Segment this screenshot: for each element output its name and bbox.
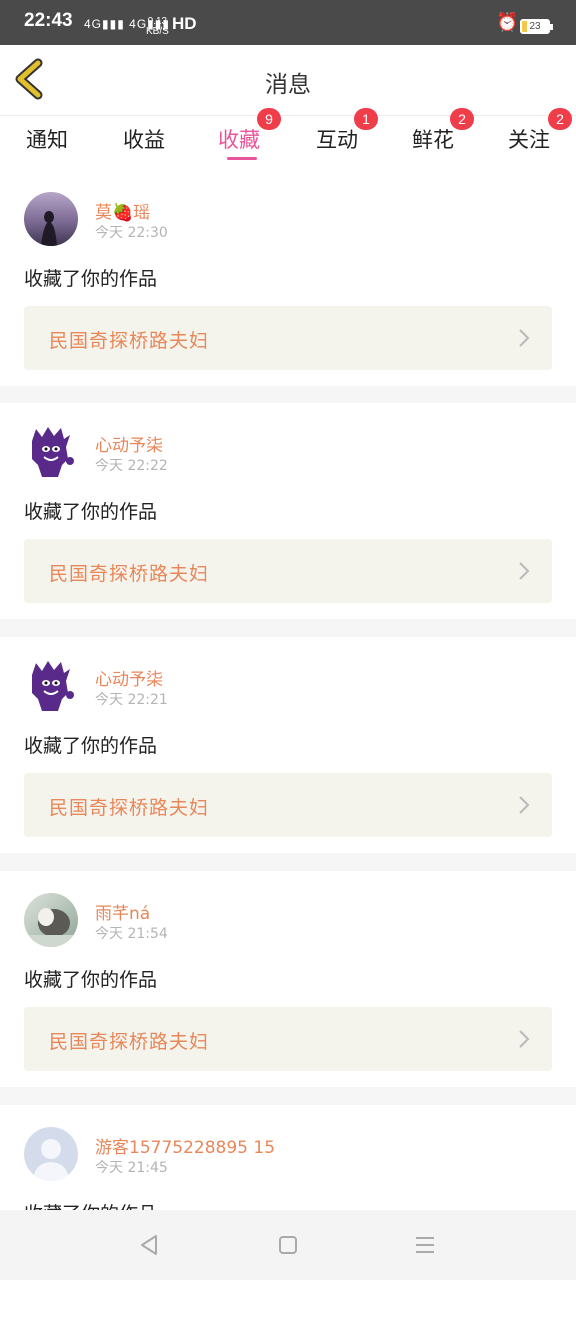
avatar[interactable] [24, 659, 78, 713]
work-title: 民国奇探桥路夫妇 [49, 1031, 210, 1053]
avatar-image [24, 893, 78, 947]
message-action: 收藏了你的作品 [24, 735, 158, 757]
avatar-image [24, 425, 78, 479]
tab-favorites[interactable]: 收藏 9 [194, 108, 284, 170]
tab-badge: 2 [548, 108, 572, 130]
avatar-image [24, 192, 78, 246]
tab-badge: 9 [257, 108, 281, 130]
tab-flowers[interactable]: 鲜花 2 [388, 108, 478, 170]
username[interactable]: 游客15775228895 15 [95, 1133, 275, 1158]
tab-interaction[interactable]: 互动 1 [292, 108, 382, 170]
message-item: 莫🍓瑶 今天 22:30 收藏了你的作品 民国奇探桥路夫妇 [0, 170, 576, 386]
chevron-right-icon [519, 1030, 530, 1048]
chevron-right-icon [519, 562, 530, 580]
status-time: 22:43 [24, 10, 73, 31]
app-header: 消息 [0, 45, 576, 116]
chevron-right-icon [519, 329, 530, 347]
avatar[interactable] [24, 893, 78, 947]
tab-badge: 2 [450, 108, 474, 130]
work-link[interactable]: 民国奇探桥路夫妇 [24, 1007, 552, 1071]
message-time: 今天 22:22 [95, 458, 168, 474]
network-speed-unit: KB/S [146, 26, 169, 37]
message-time: 今天 22:30 [95, 225, 168, 241]
avatar[interactable] [24, 425, 78, 479]
system-nav-bar [0, 1210, 576, 1280]
tab-badge: 1 [354, 108, 378, 130]
chevron-right-icon [519, 796, 530, 814]
tab-label: 收益 [123, 128, 165, 152]
message-time: 今天 21:54 [95, 926, 168, 942]
message-action: 收藏了你的作品 [24, 969, 158, 991]
avatar-image [24, 659, 78, 713]
work-title: 民国奇探桥路夫妇 [49, 563, 210, 585]
alarm-icon: ⏰ [496, 12, 519, 32]
status-bar: 22:43 4G▮▮▮ 4G▮▮▮ 0.13 KB/S HD ⏰ 23 [0, 0, 576, 45]
work-link[interactable]: 民国奇探桥路夫妇 [24, 306, 552, 370]
network-speed: 0.13 KB/S [146, 17, 169, 37]
default-avatar-icon [24, 1127, 78, 1181]
message-action: 收藏了你的作品 [24, 501, 158, 523]
message-time: 今天 21:45 [95, 1160, 168, 1176]
username[interactable]: 莫🍓瑶 [95, 198, 150, 223]
work-link[interactable]: 民国奇探桥路夫妇 [24, 773, 552, 837]
tab-earnings[interactable]: 收益 [99, 116, 189, 170]
hd-indicator: HD [172, 14, 197, 33]
message-item: 心动予柒 今天 22:22 收藏了你的作品 民国奇探桥路夫妇 [0, 403, 576, 619]
avatar[interactable] [24, 192, 78, 246]
avatar[interactable] [24, 1127, 78, 1181]
message-item: 心动予柒 今天 22:21 收藏了你的作品 民国奇探桥路夫妇 [0, 637, 576, 853]
username[interactable]: 心动予柒 [95, 665, 163, 690]
menu-lines-icon[interactable] [412, 1232, 438, 1258]
work-title: 民国奇探桥路夫妇 [49, 330, 210, 352]
message-time: 今天 22:21 [95, 692, 168, 708]
message-action: 收藏了你的作品 [24, 268, 158, 290]
triangle-back-icon[interactable] [136, 1232, 162, 1258]
username[interactable]: 雨芊ná [95, 899, 150, 924]
battery-icon: 23 [520, 19, 553, 34]
username[interactable]: 心动予柒 [95, 431, 163, 456]
message-item: 雨芊ná 今天 21:54 收藏了你的作品 民国奇探桥路夫妇 [0, 871, 576, 1087]
work-title: 民国奇探桥路夫妇 [49, 797, 210, 819]
tab-follow[interactable]: 关注 2 [484, 108, 574, 170]
tab-bar: 通知 收益 收藏 9 互动 1 鲜花 2 关注 2 [0, 108, 576, 170]
tab-label: 通知 [26, 128, 68, 152]
active-tab-indicator [227, 157, 257, 160]
page-title: 消息 [265, 72, 311, 98]
tab-notice[interactable]: 通知 [2, 116, 92, 170]
work-link[interactable]: 民国奇探桥路夫妇 [24, 539, 552, 603]
square-home-icon[interactable] [275, 1232, 301, 1258]
